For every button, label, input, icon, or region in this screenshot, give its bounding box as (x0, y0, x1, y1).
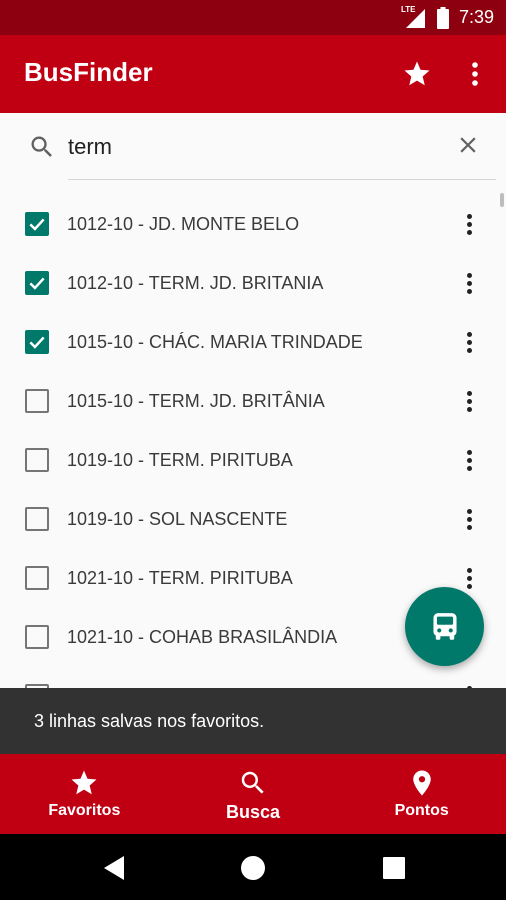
snackbar: 3 linhas salvas nos favoritos. (0, 688, 506, 754)
more-vert-icon (466, 331, 472, 337)
line-label: 1015-10 - TERM. JD. BRITÂNIA (67, 391, 325, 411)
line-label: 1012-10 - TERM. JD. BRITANIA (67, 273, 324, 293)
item-menu-button[interactable] (457, 562, 481, 594)
line-label: 1021-10 - TERM. PIRITUBA (67, 568, 293, 588)
item-menu-button[interactable] (457, 444, 481, 476)
list-item[interactable] (0, 666, 506, 688)
list-item[interactable]: 1015-10 - TERM. JD. BRITÂNIA (0, 371, 506, 430)
favorite-checkbox[interactable] (25, 271, 49, 295)
bus-fab-button[interactable] (405, 587, 484, 666)
lte-signal-icon: LTE (400, 4, 427, 29)
more-vert-icon (466, 213, 472, 219)
clear-search-button[interactable] (448, 125, 488, 165)
item-menu-button[interactable] (457, 680, 481, 688)
nav-busca[interactable]: Busca (169, 754, 338, 834)
more-vert-icon (466, 449, 472, 455)
line-label: 1019-10 - SOL NASCENTE (67, 509, 288, 529)
status-time: 7:39 (458, 7, 494, 27)
nav-label: Pontos (394, 802, 449, 819)
bus-icon (432, 612, 457, 640)
status-bar: LTE 7:39 (0, 0, 506, 35)
item-menu-button[interactable] (457, 326, 481, 358)
item-menu-button[interactable] (457, 208, 481, 240)
favorite-star-button[interactable] (396, 53, 438, 95)
nav-favoritos[interactable]: Favoritos (0, 754, 169, 834)
more-vert-icon (466, 508, 472, 514)
item-menu-button[interactable] (457, 385, 481, 417)
star-icon (71, 770, 97, 795)
recents-button[interactable] (378, 852, 410, 884)
nav-pontos[interactable]: Pontos (337, 754, 506, 834)
app-title: BusFinder (24, 57, 153, 87)
search-icon (31, 136, 52, 157)
back-triangle-icon (104, 856, 124, 880)
list-item[interactable]: 1012-10 - TERM. JD. BRITANIA (0, 253, 506, 312)
star-icon (404, 61, 430, 86)
more-vert-icon (466, 272, 472, 278)
more-vert-icon (472, 62, 478, 86)
item-menu-button[interactable] (457, 267, 481, 299)
favorite-checkbox[interactable] (25, 566, 49, 590)
network-type: LTE (400, 4, 416, 14)
bottom-navigation: Favoritos Busca Pontos (0, 754, 506, 834)
list-item[interactable]: 1019-10 - SOL NASCENTE (0, 489, 506, 548)
favorite-checkbox[interactable] (25, 625, 49, 649)
search-input[interactable] (68, 127, 448, 167)
line-label: 1015-10 - CHÁC. MARIA TRINDADE (67, 332, 363, 352)
line-label: 1021-10 - COHAB BRASILÂNDIA (67, 627, 338, 647)
nav-label: Busca (225, 802, 281, 822)
close-icon (460, 137, 476, 153)
favorite-checkbox[interactable] (25, 448, 49, 472)
search-bar (0, 113, 506, 180)
list-item[interactable]: 1019-10 - TERM. PIRITUBA (0, 430, 506, 489)
line-label: 1012-10 - JD. MONTE BELO (67, 214, 300, 234)
list-item[interactable]: 1012-10 - JD. MONTE BELO (0, 194, 506, 253)
status-icons: LTE 7:39 (400, 0, 494, 35)
favorite-checkbox[interactable] (25, 507, 49, 531)
search-icon (241, 771, 264, 794)
location-pin-icon (412, 770, 431, 796)
favorite-checkbox[interactable] (25, 212, 49, 236)
app-bar: BusFinder (0, 35, 506, 113)
recents-square-icon (383, 857, 405, 879)
check-icon (29, 277, 45, 290)
favorite-checkbox[interactable] (25, 330, 49, 354)
item-menu-button[interactable] (457, 503, 481, 535)
check-icon (29, 218, 45, 231)
list-item[interactable]: 1015-10 - CHÁC. MARIA TRINDADE (0, 312, 506, 371)
more-vert-icon (466, 567, 472, 573)
nav-label: Favoritos (48, 802, 121, 819)
system-nav-bar (0, 834, 506, 900)
check-icon (29, 336, 45, 349)
back-button[interactable] (98, 852, 130, 884)
snackbar-message: 3 linhas salvas nos favoritos. (34, 711, 265, 731)
home-button[interactable] (237, 852, 269, 884)
battery-icon (436, 6, 449, 29)
search-underline (68, 179, 496, 180)
home-circle-icon (241, 856, 265, 880)
more-vert-icon (466, 390, 472, 396)
line-label: 1019-10 - TERM. PIRITUBA (67, 450, 293, 470)
favorite-checkbox[interactable] (25, 389, 49, 413)
overflow-menu-button[interactable] (454, 53, 496, 95)
